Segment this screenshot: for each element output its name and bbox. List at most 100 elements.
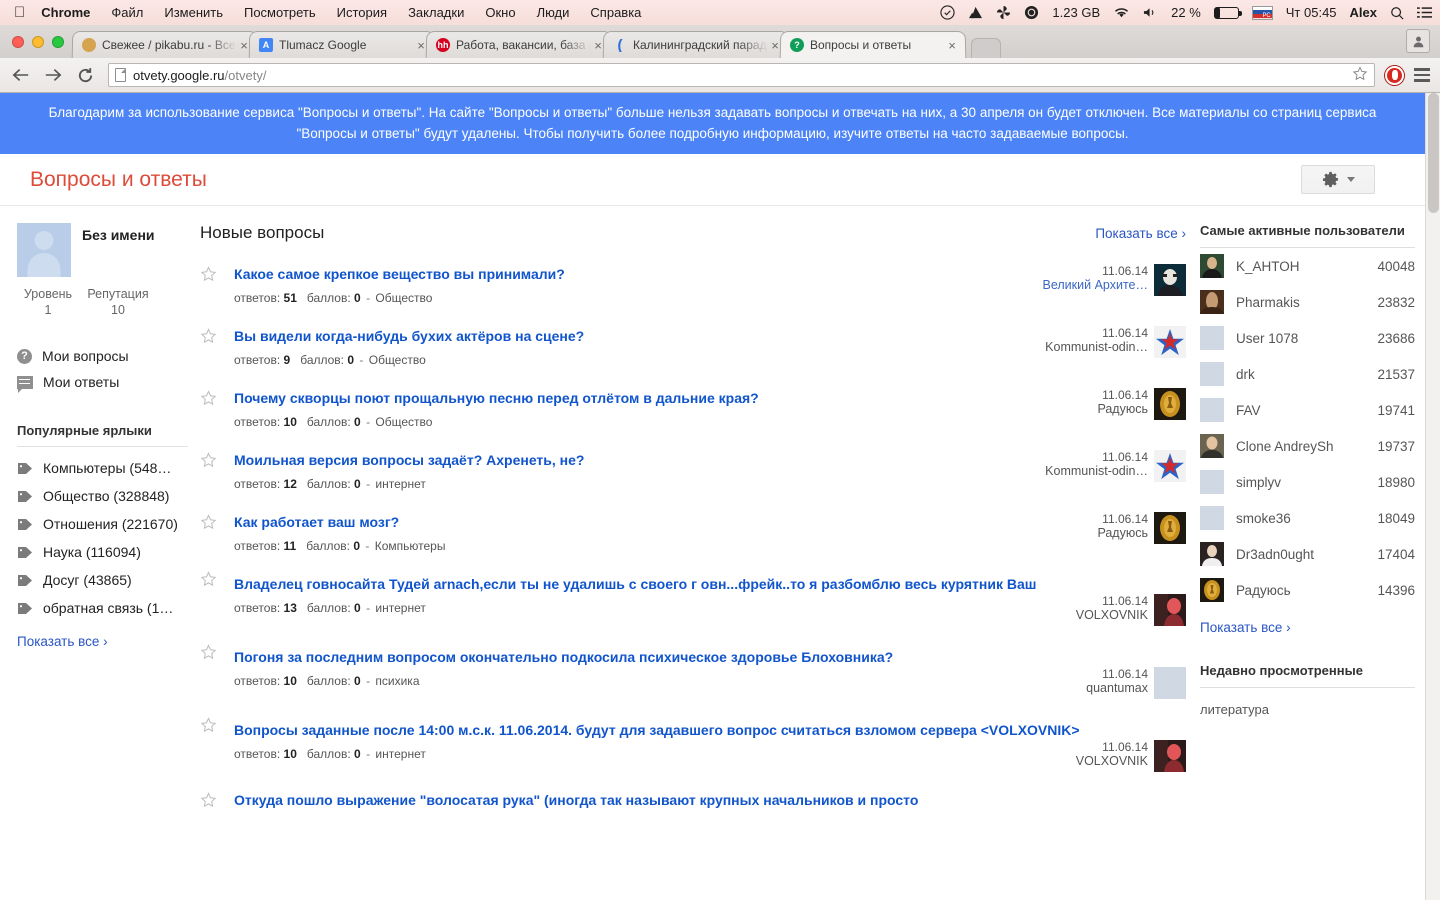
star-outline-icon[interactable] [200, 715, 217, 734]
author-avatar[interactable] [1154, 326, 1186, 358]
star-outline-icon[interactable] [200, 326, 234, 367]
label-item-science[interactable]: Наука (116094) [17, 538, 188, 566]
user-label[interactable]: Alex [1350, 5, 1377, 20]
minimize-window-button[interactable] [32, 36, 44, 48]
browser-tab-4[interactable]: ( Калининградский парадо... × [603, 31, 790, 58]
star-outline-icon[interactable] [200, 790, 217, 809]
active-user-row[interactable]: Clone AndreySh 19737 [1200, 428, 1415, 464]
question-author[interactable]: Радуюсь [1097, 402, 1148, 416]
active-user-row[interactable]: Радуюсь 14396 [1200, 572, 1415, 608]
menu-item-view[interactable]: Посмотреть [244, 5, 316, 20]
question-tag[interactable]: Компьютеры [375, 539, 446, 553]
star-outline-icon[interactable] [200, 450, 234, 491]
author-avatar[interactable] [1154, 388, 1186, 420]
disk-icon[interactable] [1024, 5, 1039, 20]
input-language-flag-icon[interactable]: РС [1252, 6, 1273, 20]
menu-item-people[interactable]: Люди [537, 5, 570, 20]
bookmark-star-icon[interactable] [1352, 66, 1368, 85]
sidebar-item-my-questions[interactable]: ? Мои вопросы [17, 343, 188, 369]
question-author[interactable]: VOLXOVNIK [1076, 754, 1148, 768]
menu-item-edit[interactable]: Изменить [164, 5, 223, 20]
question-title[interactable]: Вы видели когда-нибудь бухих актёров на … [234, 326, 1036, 346]
question-title[interactable]: Погоня за последним вопросом окончательн… [234, 647, 1186, 667]
chrome-menu-icon[interactable] [1414, 68, 1430, 82]
label-item-feedback[interactable]: обратная связь (1… [17, 594, 188, 622]
window-controls[interactable] [8, 25, 72, 58]
active-user-row[interactable]: K_AHTOH 40048 [1200, 248, 1415, 284]
question-title[interactable]: Моильная версия вопросы задаёт? Ахренеть… [234, 450, 1036, 470]
wifi-icon[interactable] [1113, 6, 1130, 19]
question-title[interactable]: Как работает ваш мозг? [234, 512, 1036, 532]
close-window-button[interactable] [12, 36, 24, 48]
reload-icon[interactable] [74, 64, 96, 86]
active-user-row[interactable]: User 1078 23686 [1200, 320, 1415, 356]
pinwheel-icon[interactable] [996, 5, 1011, 20]
notification-center-icon[interactable] [1417, 6, 1432, 19]
question-row[interactable]: Владелец говносайта Тудей arnach,если ты… [200, 567, 1186, 640]
spotlight-search-icon[interactable] [1390, 6, 1404, 20]
active-user-row[interactable]: Dr3adn0ught 17404 [1200, 536, 1415, 572]
menu-item-help[interactable]: Справка [590, 5, 641, 20]
users-show-all-link[interactable]: Показать все › [1200, 620, 1291, 635]
label-item-relations[interactable]: Отношения (221670) [17, 510, 188, 538]
browser-tab-3[interactable]: hh Работа, вакансии, база р... × [426, 31, 613, 58]
apple-icon[interactable]:  [14, 5, 25, 20]
question-row[interactable]: Моильная версия вопросы задаёт? Ахренеть… [200, 443, 1186, 505]
browser-tab-1[interactable]: Свежее / pikabu.ru - Все × [72, 31, 259, 58]
settings-button[interactable] [1301, 165, 1375, 194]
author-avatar[interactable] [1154, 740, 1186, 772]
star-outline-icon[interactable] [200, 388, 234, 429]
question-author[interactable]: Kommunist-odin… [1045, 464, 1148, 478]
menu-item-chrome[interactable]: Chrome [41, 5, 90, 20]
browser-tab-5[interactable]: ? Вопросы и ответы × [780, 31, 967, 58]
maximize-window-button[interactable] [52, 36, 64, 48]
active-user-row[interactable]: drk 21537 [1200, 356, 1415, 392]
question-author[interactable]: Kommunist-odin… [1045, 340, 1148, 354]
question-author[interactable]: VOLXOVNIK [1076, 608, 1148, 622]
author-avatar[interactable] [1154, 264, 1186, 296]
question-author[interactable]: Радуюсь [1097, 526, 1148, 540]
question-tag[interactable]: интернет [375, 747, 425, 761]
back-arrow-icon[interactable] [10, 64, 32, 86]
active-user-row[interactable]: Pharmakis 23832 [1200, 284, 1415, 320]
author-avatar[interactable] [1154, 667, 1186, 699]
label-item-leisure[interactable]: Досуг (43865) [17, 566, 188, 594]
star-outline-icon[interactable] [200, 642, 217, 661]
question-author[interactable]: quantumax [1086, 681, 1148, 695]
questions-show-all-link[interactable]: Показать все › [1095, 226, 1186, 241]
profile-icon[interactable] [1406, 29, 1430, 53]
star-outline-icon[interactable] [200, 264, 234, 305]
question-title[interactable]: Какое самое крепкое вещество вы принимал… [234, 264, 1036, 284]
question-row[interactable]: Откуда пошло выражение "волосатая рука" … [200, 786, 1186, 824]
google-drive-icon[interactable] [968, 6, 983, 20]
browser-tab-2[interactable]: A Tlumacz Google × [249, 31, 436, 58]
question-row[interactable]: Погоня за последним вопросом окончательн… [200, 640, 1186, 713]
volume-icon[interactable] [1143, 6, 1158, 19]
question-title[interactable]: Почему скворцы поют прощальную песню пер… [234, 388, 1036, 408]
menu-item-file[interactable]: Файл [111, 5, 143, 20]
question-tag[interactable]: интернет [375, 601, 425, 615]
opera-extension-icon[interactable] [1385, 66, 1404, 85]
question-tag[interactable]: интернет [375, 477, 425, 491]
menu-item-window[interactable]: Окно [485, 5, 515, 20]
author-avatar[interactable] [1154, 594, 1186, 626]
question-row[interactable]: Какое самое крепкое вещество вы принимал… [200, 257, 1186, 319]
question-row[interactable]: Вопросы заданные после 14:00 м.с.к. 11.0… [200, 713, 1186, 786]
star-outline-icon[interactable] [200, 569, 217, 588]
forward-arrow-icon[interactable] [42, 64, 64, 86]
question-author[interactable]: Великий Архите… [1043, 278, 1148, 292]
question-tag[interactable]: Общество [375, 291, 432, 305]
question-row[interactable]: Почему скворцы поют прощальную песню пер… [200, 381, 1186, 443]
star-outline-icon[interactable] [200, 512, 234, 553]
close-tab-icon[interactable]: × [945, 39, 959, 52]
question-tag[interactable]: психика [375, 674, 419, 688]
active-user-row[interactable]: smoke36 18049 [1200, 500, 1415, 536]
active-user-row[interactable]: simplyv 18980 [1200, 464, 1415, 500]
sidebar-item-my-answers[interactable]: Мои ответы [17, 369, 188, 395]
recently-viewed-item[interactable]: литература [1200, 688, 1415, 717]
author-avatar[interactable] [1154, 450, 1186, 482]
question-tag[interactable]: Общество [375, 415, 432, 429]
author-avatar[interactable] [1154, 512, 1186, 544]
question-title[interactable]: Владелец говносайта Тудей arnach,если ты… [234, 574, 1186, 594]
new-tab-button[interactable] [971, 38, 1001, 58]
